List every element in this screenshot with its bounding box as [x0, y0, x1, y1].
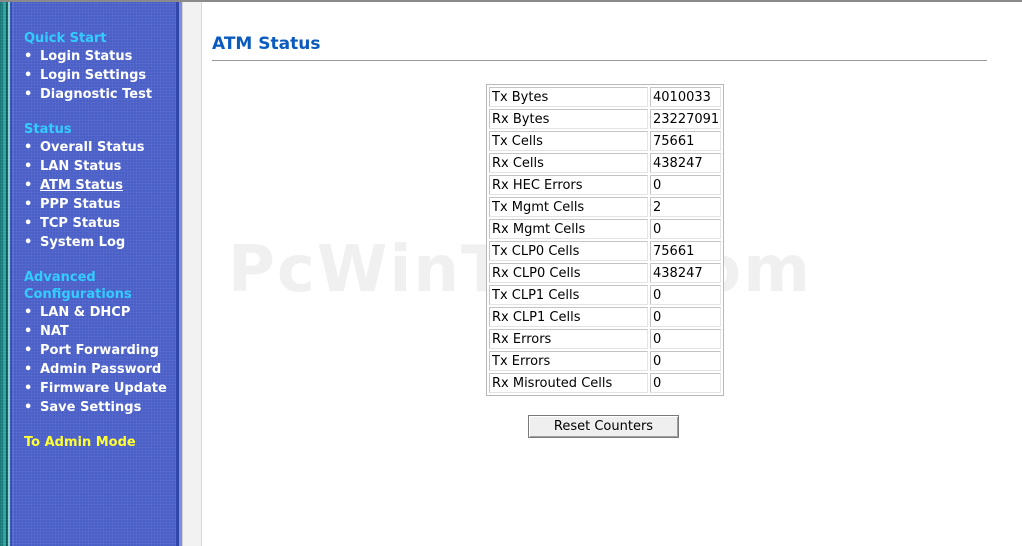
- bullet-icon: •: [24, 235, 33, 250]
- atm-stats-table: Tx Bytes 4010033 Rx Bytes 23227091 Tx Cells 7…: [486, 84, 725, 396]
- table-row: Rx Mgmt Cells 0: [489, 219, 722, 239]
- bullet-icon: •: [24, 49, 33, 64]
- stat-label: Rx HEC Errors: [489, 175, 648, 195]
- reset-counters-button[interactable]: Reset Counters: [528, 415, 679, 438]
- menu-item-tcp-status[interactable]: • TCP Status: [24, 214, 174, 233]
- bullet-icon: •: [24, 68, 33, 83]
- menu-item-lan-dhcp[interactable]: • LAN & DHCP: [24, 303, 174, 322]
- stat-value: 0: [650, 373, 722, 393]
- table-row: Rx HEC Errors 0: [489, 175, 722, 195]
- table-row: Tx CLP1 Cells 0: [489, 285, 722, 305]
- stat-value: 0: [650, 351, 722, 371]
- bullet-icon: •: [24, 343, 33, 358]
- title-divider: [212, 60, 987, 61]
- stat-value: 0: [650, 175, 722, 195]
- bullet-icon: •: [24, 305, 33, 320]
- table-row: Rx Misrouted Cells 0: [489, 373, 722, 393]
- table-row: Tx Errors 0: [489, 351, 722, 371]
- table-row: Rx CLP1 Cells 0: [489, 307, 722, 327]
- frame-divider[interactable]: [182, 2, 202, 546]
- bullet-icon: •: [24, 216, 33, 231]
- menu-heading-status[interactable]: Status: [24, 121, 174, 138]
- table-row: Tx CLP0 Cells 75661: [489, 241, 722, 261]
- stat-value: 75661: [650, 131, 722, 151]
- page-title: ATM Status: [212, 34, 321, 54]
- menu-item-firmware-update[interactable]: • Firmware Update: [24, 379, 174, 398]
- bullet-icon: •: [24, 178, 33, 193]
- bullet-icon: •: [24, 159, 33, 174]
- stat-value: 4010033: [650, 87, 722, 107]
- admin-mode-link[interactable]: To Admin Mode: [24, 434, 174, 451]
- menu-item-login-status[interactable]: • Login Status: [24, 47, 174, 66]
- menu-group-status: Status • Overall Status • LAN Status • ATM …: [24, 121, 174, 252]
- menu-item-diagnostic-test[interactable]: • Diagnostic Test: [24, 85, 174, 104]
- stat-value: 0: [650, 219, 722, 239]
- stat-label: Rx CLP0 Cells: [489, 263, 648, 283]
- stat-label: Rx Mgmt Cells: [489, 219, 648, 239]
- bullet-icon: •: [24, 362, 33, 377]
- stat-value: 438247: [650, 263, 722, 283]
- menu-heading-quick-start[interactable]: Quick Start: [24, 30, 174, 47]
- menu-item-admin-password[interactable]: • Admin Password: [24, 360, 174, 379]
- menu-item-lan-status[interactable]: • LAN Status: [24, 157, 174, 176]
- menu-group-advanced: Advanced Configurations • LAN & DHCP • NAT…: [24, 269, 174, 417]
- menu-heading-advanced[interactable]: Advanced: [24, 269, 174, 286]
- stat-label: Rx Cells: [489, 153, 648, 173]
- stat-label: Tx Errors: [489, 351, 648, 371]
- stat-label: Tx Cells: [489, 131, 648, 151]
- menu-item-port-forwarding[interactable]: • Port Forwarding: [24, 341, 174, 360]
- menu-item-overall-status[interactable]: • Overall Status: [24, 138, 174, 157]
- table-row: Rx Errors 0: [489, 329, 722, 349]
- menu-heading-configurations[interactable]: Configurations: [24, 286, 174, 303]
- stat-value: 75661: [650, 241, 722, 261]
- bullet-icon: •: [24, 324, 33, 339]
- table-row: Tx Mgmt Cells 2: [489, 197, 722, 217]
- table-row: Rx Cells 438247: [489, 153, 722, 173]
- stat-label: Tx Bytes: [489, 87, 648, 107]
- menu-item-atm-status[interactable]: • ATM Status: [24, 176, 174, 195]
- bullet-icon: •: [24, 381, 33, 396]
- stat-value: 438247: [650, 153, 722, 173]
- stat-label: Tx Mgmt Cells: [489, 197, 648, 217]
- stat-label: Rx Misrouted Cells: [489, 373, 648, 393]
- table-row: Tx Cells 75661: [489, 131, 722, 151]
- stat-label: Tx CLP0 Cells: [489, 241, 648, 261]
- menu-item-save-settings[interactable]: • Save Settings: [24, 398, 174, 417]
- stat-value: 0: [650, 307, 722, 327]
- menu-item-ppp-status[interactable]: • PPP Status: [24, 195, 174, 214]
- stat-label: Rx CLP1 Cells: [489, 307, 648, 327]
- bullet-icon: •: [24, 87, 33, 102]
- stat-label: Rx Errors: [489, 329, 648, 349]
- stat-value: 0: [650, 329, 722, 349]
- stat-label: Rx Bytes: [489, 109, 648, 129]
- bullet-icon: •: [24, 400, 33, 415]
- stat-value: 2: [650, 197, 722, 217]
- bullet-icon: •: [24, 197, 33, 212]
- sidebar-menu: Quick Start • Login Status • Login Setting…: [24, 30, 174, 451]
- stat-value: 0: [650, 285, 722, 305]
- table-row: Rx Bytes 23227091: [489, 109, 722, 129]
- menu-item-system-log[interactable]: • System Log: [24, 233, 174, 252]
- stat-label: Tx CLP1 Cells: [489, 285, 648, 305]
- menu-item-login-settings[interactable]: • Login Settings: [24, 66, 174, 85]
- table-row: Tx Bytes 4010033: [489, 87, 722, 107]
- bullet-icon: •: [24, 140, 33, 155]
- menu-group-quick-start: Quick Start • Login Status • Login Setting…: [24, 30, 174, 104]
- menu-item-nat[interactable]: • NAT: [24, 322, 174, 341]
- table-row: Rx CLP0 Cells 438247: [489, 263, 722, 283]
- stat-value: 23227091: [650, 109, 722, 129]
